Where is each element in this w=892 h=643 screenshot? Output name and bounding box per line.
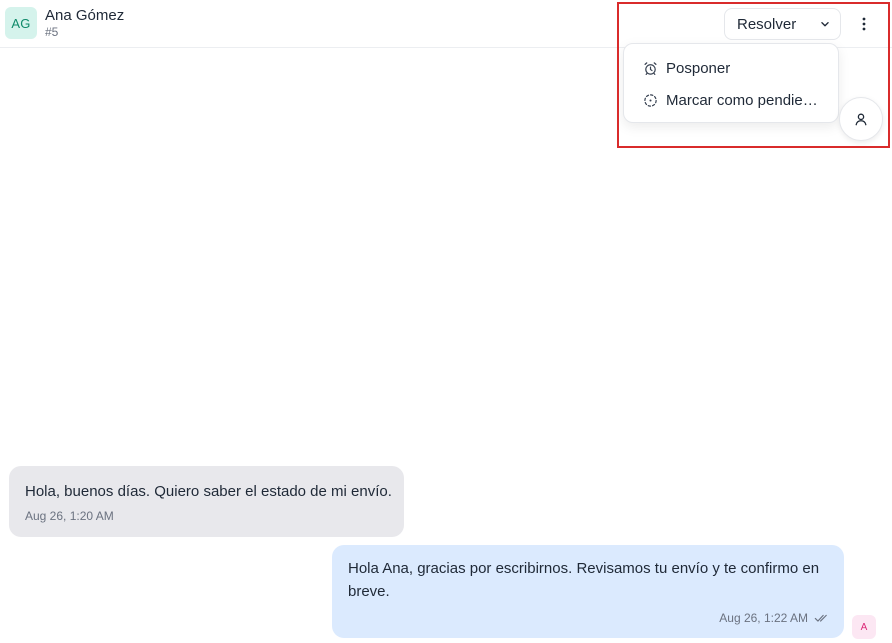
vertical-dots-icon (862, 17, 866, 31)
outgoing-message: Hola Ana, gracias por escribirnos. Revis… (332, 545, 844, 638)
message-text: Hola, buenos días. Quiero saber el estad… (25, 483, 392, 500)
contact-avatar[interactable]: AG (5, 7, 37, 39)
message-text: Hola Ana, gracias por escribirnos. Revis… (348, 560, 820, 600)
menu-item-snooze[interactable]: Posponer (624, 52, 838, 84)
message-timestamp: Aug 26, 1:20 AM (25, 509, 114, 523)
chevron-down-icon[interactable] (818, 17, 832, 31)
message-timestamp: Aug 26, 1:22 AM (719, 611, 808, 625)
menu-item-mark-pending[interactable]: Marcar como pendiente (624, 84, 838, 116)
menu-item-label: Marcar como pendiente (666, 91, 818, 109)
incoming-message: Hola, buenos días. Quiero saber el estad… (9, 466, 404, 537)
menu-item-label: Posponer (666, 59, 731, 77)
double-check-icon (814, 614, 827, 622)
resolve-button[interactable]: Resolver (724, 8, 841, 40)
sender-avatar: A (852, 615, 876, 639)
assign-agent-button[interactable] (839, 97, 883, 141)
resolve-options-menu: Posponer Marcar como pendiente (623, 43, 839, 123)
contact-name[interactable]: Ana Gómez (45, 7, 124, 24)
conversation-id: #5 (45, 25, 59, 39)
conversation-header: AG Ana Gómez #5 Resolver (0, 0, 892, 48)
alarm-clock-icon (644, 61, 657, 75)
dashed-circle-icon (644, 93, 657, 107)
resolve-label: Resolver (737, 15, 797, 33)
user-icon (855, 113, 867, 126)
more-options-button[interactable] (852, 10, 876, 38)
message-meta: Aug 26, 1:22 AM (719, 611, 828, 625)
